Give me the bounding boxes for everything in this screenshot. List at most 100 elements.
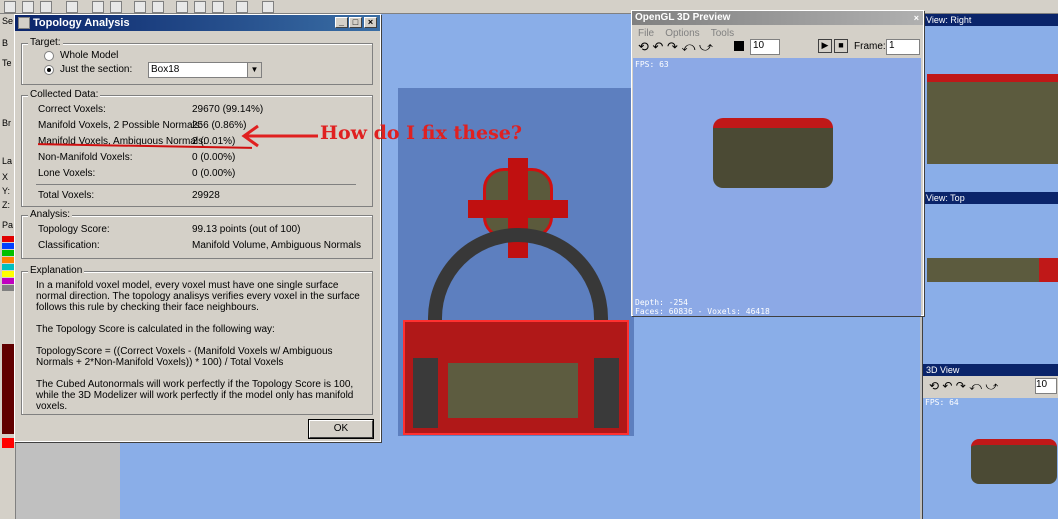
depth-readout: Depth: -254 — [635, 298, 688, 307]
analysis-group: Analysis: Topology Score: 99.13 points (… — [21, 209, 373, 259]
minimize-icon[interactable]: _ — [335, 17, 348, 28]
palette-color-chip[interactable] — [2, 271, 14, 277]
stat-label: Non-Manifold Voxels: — [38, 152, 133, 163]
undo-icon[interactable] — [92, 1, 104, 13]
palette-color-chip[interactable] — [2, 257, 14, 263]
palette-color-chip[interactable] — [2, 243, 14, 249]
strip-label: La — [2, 156, 13, 166]
select-icon[interactable] — [134, 1, 146, 13]
play-icon[interactable]: ▶ — [818, 39, 832, 53]
stat-value: 29670 (99.14%) — [192, 104, 264, 115]
just-section-label: Just the section: — [60, 64, 133, 75]
palette-color-chip[interactable] — [2, 285, 14, 291]
vehicle-icon[interactable] — [212, 1, 224, 13]
strip-label: Br — [2, 118, 11, 128]
palette-icon[interactable] — [40, 1, 52, 13]
view-right-title: View: Right — [923, 14, 1058, 26]
redo-icon[interactable] — [110, 1, 122, 13]
stats-readout: Faces: 60836 - Voxels: 46418 — [635, 307, 770, 316]
opengl-viewport[interactable]: FPS: 63 Depth: -254 Faces: 60836 - Voxel… — [633, 58, 921, 316]
chevron-down-icon[interactable]: ▼ — [247, 63, 261, 77]
section-select-value: Box18 — [151, 64, 180, 75]
menu-options[interactable]: Options — [665, 28, 699, 39]
frame-label: Frame: — [854, 41, 886, 52]
strip-label: Pa — [2, 220, 14, 230]
collected-legend: Collected Data: — [28, 89, 101, 100]
explanation-paragraph: The Topology Score is calculated in the … — [36, 324, 275, 335]
paste-icon[interactable] — [194, 1, 206, 13]
classification-value: Manifold Volume, Ambiguous Normals — [192, 240, 361, 251]
stop-icon[interactable]: ■ — [834, 39, 848, 53]
close-icon[interactable]: × — [364, 17, 377, 28]
view-top-panel[interactable]: View: Top — [922, 192, 1058, 364]
palette-color-chip[interactable] — [2, 278, 14, 284]
target-group: Target: Whole Model Just the section: Bo… — [21, 37, 373, 85]
image-icon[interactable] — [262, 1, 274, 13]
active-color-swatch[interactable] — [2, 438, 14, 448]
eyedropper-icon[interactable] — [236, 1, 248, 13]
just-section-radio[interactable] — [44, 65, 54, 75]
maximize-icon[interactable]: □ — [349, 17, 362, 28]
hull-center-voxels — [448, 363, 578, 418]
model-side-view — [927, 74, 1058, 164]
view-3d-panel[interactable]: 3D View ⟲ ↶ ↷ ⤺ ⤻ 10 FPS: 64 — [922, 364, 1058, 519]
fps-readout: FPS: 63 — [635, 60, 669, 69]
stat-value: 0 (0.00%) — [192, 152, 236, 163]
explanation-paragraph: TopologyScore = ((Correct Voxels - (Mani… — [36, 346, 333, 368]
save-icon[interactable] — [22, 1, 34, 13]
background-color-icon[interactable] — [734, 41, 744, 51]
annotation-arrow-icon — [241, 124, 318, 148]
model-top-view — [927, 258, 1058, 282]
explanation-paragraph: In a manifold voxel model, every voxel m… — [36, 280, 360, 313]
explanation-text: In a manifold voxel model, every voxel m… — [36, 280, 366, 412]
total-label: Total Voxels: — [38, 190, 95, 201]
explanation-legend: Explanation — [28, 265, 85, 276]
collected-data-group: Collected Data: Correct Voxels: 29670 (9… — [21, 89, 373, 207]
whole-model-label: Whole Model — [60, 50, 119, 61]
view-right-panel[interactable]: View: Right — [922, 14, 1058, 192]
palette-color-chip[interactable] — [2, 250, 14, 256]
strip-label: X — [2, 172, 9, 182]
menu-file[interactable]: File — [638, 28, 654, 39]
explanation-group: Explanation In a manifold voxel model, e… — [21, 265, 373, 415]
classification-label: Classification: — [38, 240, 100, 251]
ok-button[interactable]: OK — [308, 419, 374, 439]
annotation-text: How do I fix these? — [320, 122, 523, 144]
rotate-icon[interactable]: ⟲ ↶ ↷ ⤺ ⤻ — [929, 379, 998, 394]
topology-analysis-dialog[interactable]: Topology Analysis _ □ × Target: Whole Mo… — [14, 14, 381, 442]
open-icon[interactable] — [4, 1, 16, 13]
section-select[interactable]: Box18 ▼ — [148, 62, 262, 78]
zoom-field[interactable]: 10 — [750, 39, 780, 55]
view-3d-zoom-field[interactable]: 10 — [1035, 378, 1057, 394]
total-value: 29928 — [192, 190, 220, 201]
menu-tools[interactable]: Tools — [711, 28, 734, 39]
frame-field[interactable]: 1 — [886, 39, 920, 55]
app-icon — [18, 17, 30, 29]
opengl-titlebar[interactable]: OpenGL 3D Preview × — [632, 11, 923, 25]
opengl-menubar: File Options Tools — [632, 25, 923, 39]
stat-value: 256 (0.86%) — [192, 120, 247, 131]
stat-label: Manifold Voxels, 2 Possible Normals: — [38, 120, 203, 131]
palette-color-chip[interactable] — [2, 236, 14, 242]
model-3d-thumb — [971, 439, 1057, 484]
strip-label: B — [2, 38, 9, 48]
copy-icon[interactable] — [176, 1, 188, 13]
whole-model-radio[interactable] — [44, 51, 54, 61]
view-3d-title: 3D View — [923, 364, 1058, 376]
palette-color-chip[interactable] — [2, 264, 14, 270]
view-3d-fps: FPS: 64 — [925, 398, 959, 407]
divider — [36, 184, 356, 185]
bucket-icon[interactable] — [66, 1, 78, 13]
view-top-title: View: Top — [923, 192, 1058, 204]
close-icon[interactable]: × — [914, 11, 919, 25]
track-voxels — [413, 358, 438, 428]
close-icon[interactable] — [152, 1, 164, 13]
opengl-toolbar: ⟲ ↶ ↷ ⤺ ⤻ 10 ▶ ■ Frame: 1 — [632, 39, 923, 57]
opengl-preview-window[interactable]: OpenGL 3D Preview × File Options Tools ⟲… — [631, 10, 924, 316]
palette-gradient[interactable] — [2, 344, 14, 434]
dialog-titlebar[interactable]: Topology Analysis _ □ × — [15, 15, 380, 31]
rotate-icon[interactable]: ⟲ ↶ ↷ ⤺ ⤻ — [638, 39, 713, 55]
target-legend: Target: — [28, 37, 63, 48]
strip-label: Y: — [2, 186, 11, 196]
strip-label: Te — [2, 58, 12, 68]
